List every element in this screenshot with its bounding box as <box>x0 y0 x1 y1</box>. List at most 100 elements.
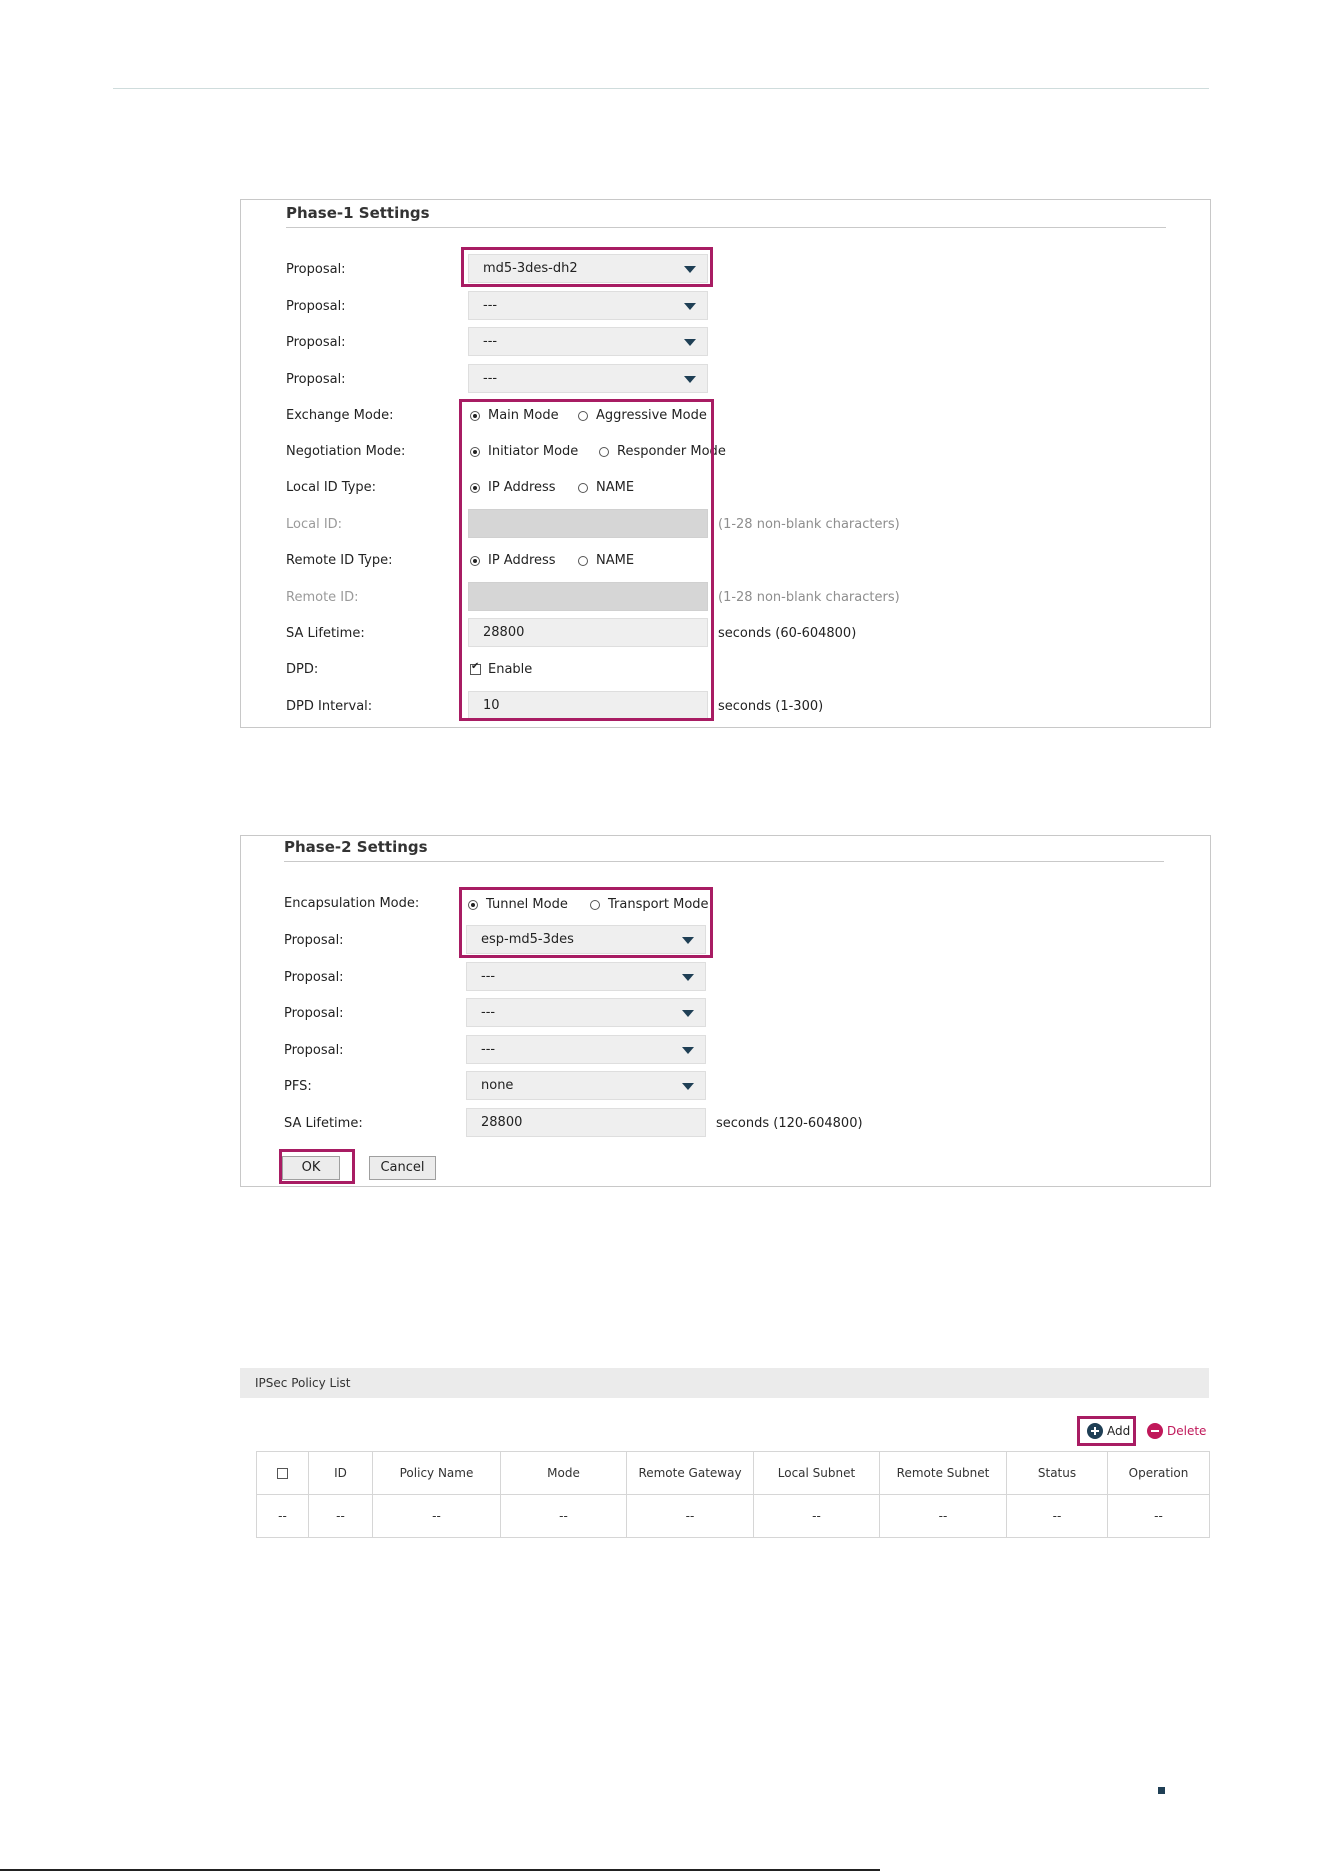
negotiation-responder-label: Responder Mode <box>617 444 726 459</box>
table-header-row: ID Policy Name Mode Remote Gateway Local… <box>256 1451 1210 1495</box>
phase2-proposal-1-select[interactable]: esp-md5-3des <box>466 925 706 954</box>
radio-unselected-icon <box>578 410 588 421</box>
phase2-proposal-4-value: --- <box>481 1042 496 1057</box>
negotiation-mode-label: Negotiation Mode: <box>286 444 406 459</box>
add-button[interactable]: Add <box>1087 1423 1130 1439</box>
phase1-proposal-2-select[interactable]: --- <box>468 291 708 320</box>
table-cell: -- <box>372 1494 501 1538</box>
phase2-panel: Phase-2 Settings Encapsulation Mode: Tun… <box>240 835 1211 1187</box>
phase2-title: Phase-2 Settings <box>284 838 428 856</box>
encapsulation-transport-radio[interactable]: Transport Mode <box>590 897 709 912</box>
exchange-mode-label: Exchange Mode: <box>286 408 394 423</box>
radio-selected-icon <box>470 446 480 457</box>
local-id-ip-label: IP Address <box>488 480 556 495</box>
remote-id-name-radio[interactable]: NAME <box>578 553 634 568</box>
delete-label: Delete <box>1167 1424 1207 1438</box>
phase2-title-rule <box>284 861 1164 862</box>
dpd-label: DPD: <box>286 662 319 677</box>
chevron-down-icon <box>684 303 696 310</box>
phase2-proposal-2-select[interactable]: --- <box>466 962 706 991</box>
ok-button[interactable]: OK <box>282 1156 340 1180</box>
page-marker <box>1158 1787 1165 1794</box>
column-header: Operation <box>1107 1451 1210 1495</box>
phase2-proposal-3-select[interactable]: --- <box>466 998 706 1027</box>
select-all-cell[interactable] <box>256 1451 309 1495</box>
phase2-sa-lifetime-hint: seconds (120-604800) <box>716 1116 863 1131</box>
table-cell: -- <box>879 1494 1007 1538</box>
phase1-title: Phase-1 Settings <box>286 204 430 222</box>
phase1-proposal-3-value: --- <box>483 334 498 349</box>
dpd-enable-checkbox[interactable]: ✔ Enable <box>470 661 533 677</box>
dpd-interval-input[interactable]: 10 <box>468 691 708 720</box>
chevron-down-icon <box>682 937 694 944</box>
local-id-type-label: Local ID Type: <box>286 480 377 495</box>
local-id-input <box>468 509 708 538</box>
column-header: Local Subnet <box>753 1451 880 1495</box>
cancel-button[interactable]: Cancel <box>369 1156 436 1180</box>
local-id-ip-radio[interactable]: IP Address <box>470 480 556 495</box>
phase1-proposal-4-select[interactable]: --- <box>468 364 708 393</box>
encapsulation-transport-label: Transport Mode <box>608 897 709 912</box>
phase2-proposal-2-value: --- <box>481 969 496 984</box>
exchange-main-radio[interactable]: Main Mode <box>470 408 559 423</box>
negotiation-initiator-label: Initiator Mode <box>488 444 579 459</box>
encapsulation-tunnel-radio[interactable]: Tunnel Mode <box>468 897 568 912</box>
remote-id-ip-radio[interactable]: IP Address <box>470 553 556 568</box>
phase1-panel: Phase-1 Settings Proposal: md5-3des-dh2 … <box>240 199 1211 728</box>
phase1-sa-lifetime-hint: seconds (60-604800) <box>718 626 857 641</box>
dpd-interval-value: 10 <box>483 698 500 713</box>
column-header: Mode <box>500 1451 627 1495</box>
table-cell: -- <box>256 1494 309 1538</box>
local-id-hint: (1-28 non-blank characters) <box>718 517 900 532</box>
policy-table: ID Policy Name Mode Remote Gateway Local… <box>256 1451 1210 1538</box>
local-id-name-label: NAME <box>596 480 635 495</box>
phase2-sa-lifetime-input[interactable]: 28800 <box>466 1108 706 1137</box>
phase1-proposal-4-label: Proposal: <box>286 372 346 387</box>
table-cell: -- <box>308 1494 373 1538</box>
chevron-down-icon <box>682 1083 694 1090</box>
remote-id-hint: (1-28 non-blank characters) <box>718 590 900 605</box>
chevron-down-icon <box>682 1047 694 1054</box>
phase1-proposal-3-select[interactable]: --- <box>468 327 708 356</box>
remote-id-ip-label: IP Address <box>488 553 556 568</box>
remote-id-name-label: NAME <box>596 553 635 568</box>
delete-button[interactable]: Delete <box>1147 1423 1206 1439</box>
phase2-proposal-2-label: Proposal: <box>284 970 344 985</box>
phase1-sa-lifetime-input[interactable]: 28800 <box>468 618 708 647</box>
phase1-proposal-3-label: Proposal: <box>286 335 346 350</box>
radio-unselected-icon <box>578 555 588 566</box>
negotiation-initiator-radio[interactable]: Initiator Mode <box>470 444 578 459</box>
local-id-label: Local ID: <box>286 517 343 532</box>
pfs-select[interactable]: none <box>466 1071 706 1100</box>
negotiation-responder-radio[interactable]: Responder Mode <box>599 444 726 459</box>
chevron-down-icon <box>682 1010 694 1017</box>
phase1-proposal-1-select[interactable]: md5-3des-dh2 <box>468 254 708 283</box>
exchange-aggressive-label: Aggressive Mode <box>596 408 707 423</box>
phase2-proposal-4-label: Proposal: <box>284 1043 344 1058</box>
phase2-sa-lifetime-label: SA Lifetime: <box>284 1116 363 1131</box>
checkbox-checked-icon: ✔ <box>470 661 481 675</box>
page-top-rule <box>113 88 1209 89</box>
radio-selected-icon <box>470 410 480 421</box>
add-label: Add <box>1107 1424 1131 1438</box>
pfs-value: none <box>481 1078 514 1093</box>
local-id-name-radio[interactable]: NAME <box>578 480 634 495</box>
column-header: Policy Name <box>372 1451 501 1495</box>
chevron-down-icon <box>684 376 696 383</box>
checkbox-icon[interactable] <box>277 1468 288 1479</box>
table-cell: -- <box>626 1494 754 1538</box>
table-row: -- -- -- -- -- -- -- -- -- <box>256 1494 1210 1538</box>
radio-selected-icon <box>470 482 480 493</box>
chevron-down-icon <box>684 339 696 346</box>
table-cell: -- <box>753 1494 880 1538</box>
phase2-proposal-4-select[interactable]: --- <box>466 1035 706 1064</box>
radio-selected-icon <box>470 555 480 566</box>
phase1-proposal-2-label: Proposal: <box>286 299 346 314</box>
policy-list-header: IPSec Policy List <box>240 1368 1209 1398</box>
exchange-aggressive-radio[interactable]: Aggressive Mode <box>578 408 707 423</box>
chevron-down-icon <box>684 266 696 273</box>
pfs-label: PFS: <box>284 1079 312 1094</box>
dpd-enable-label: Enable <box>488 662 533 677</box>
phase1-sa-lifetime-label: SA Lifetime: <box>286 626 365 641</box>
remote-id-input <box>468 582 708 611</box>
